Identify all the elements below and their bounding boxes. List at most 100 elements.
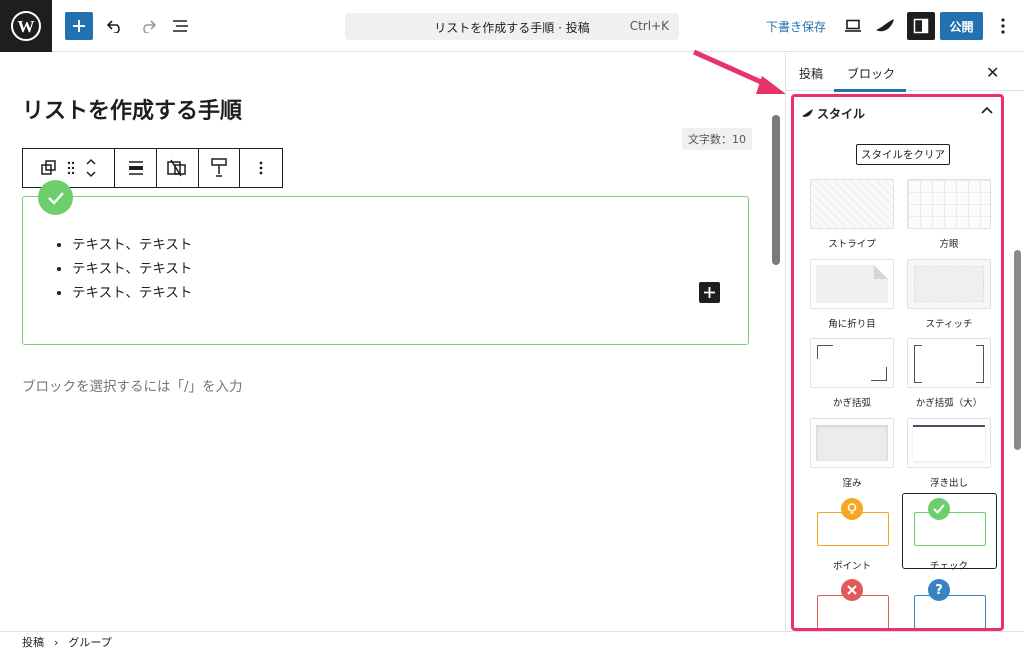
style-folded-corner[interactable]: 角に折り目 <box>810 259 894 330</box>
sidebar-tabs: 投稿 ブロック ✕ <box>786 53 1024 92</box>
stripe-thumbnail <box>810 179 894 229</box>
style-bracket[interactable]: かぎ括弧 <box>810 338 894 409</box>
chevron-right-icon: › <box>54 635 59 649</box>
block-placeholder[interactable]: ブロックを選択するには「/」を入力 <box>22 375 243 395</box>
sidebar-scrollbar[interactable] <box>1014 250 1021 450</box>
visibility-button[interactable] <box>157 149 199 187</box>
plus-icon <box>73 20 85 32</box>
options-button[interactable] <box>995 14 1011 38</box>
raised-thumbnail <box>907 418 991 468</box>
spacing-button[interactable] <box>199 149 241 187</box>
plugin-button[interactable] <box>874 14 896 38</box>
inset-thumbnail <box>810 418 894 468</box>
style-grid[interactable]: 方眼 <box>907 179 991 250</box>
style-label: ポイント <box>832 561 871 572</box>
style-check[interactable]: チェック <box>907 498 991 572</box>
editor-header: W リストを作成する手順 · 投稿 Ctrl+K 下書き保存 公開 <box>0 0 1024 52</box>
settings-sidebar: 投稿 ブロック ✕ スタイル スタイルをクリア ストライプ 方眼 角に折り目 ス… <box>785 53 1024 631</box>
cross-icon <box>841 579 863 601</box>
bracket-thumbnail <box>810 338 894 388</box>
bullet-list[interactable]: テキスト、テキスト テキスト、テキスト テキスト、テキスト <box>50 233 192 305</box>
style-point[interactable]: ポイント <box>810 498 894 572</box>
style-label: ストライプ <box>828 239 876 250</box>
style-label: 方眼 <box>939 239 959 250</box>
drag-handle-icon[interactable] <box>67 161 75 175</box>
document-bar[interactable]: リストを作成する手順 · 投稿 Ctrl+K <box>345 13 679 40</box>
tab-post[interactable]: 投稿 <box>799 65 823 82</box>
question-thumbnail: ? <box>907 579 991 628</box>
preview-button[interactable] <box>843 14 863 38</box>
settings-toggle-button[interactable] <box>907 12 935 40</box>
post-title[interactable]: リストを作成する手順 <box>22 93 242 125</box>
style-label: かぎ括弧 <box>832 398 871 409</box>
style-raised[interactable]: 浮き出し <box>907 418 991 489</box>
stitch-thumbnail <box>907 259 991 309</box>
style-label: 浮き出し <box>929 478 968 489</box>
style-bracket-large[interactable]: かぎ括弧（大） <box>907 338 991 409</box>
grid-thumbnail <box>907 179 991 229</box>
more-vertical-icon <box>1001 18 1005 34</box>
tab-block[interactable]: ブロック <box>847 65 895 82</box>
breadcrumb-group[interactable]: グループ <box>68 634 111 650</box>
desktop-icon <box>845 19 861 32</box>
panel-title: スタイル <box>817 107 866 121</box>
style-label: チェック <box>929 561 968 572</box>
check-badge-icon <box>38 180 73 215</box>
redo-button[interactable] <box>137 14 159 38</box>
style-label: 窪み <box>842 478 862 489</box>
style-inset[interactable]: 窪み <box>810 418 894 489</box>
document-overview-button[interactable] <box>170 14 192 38</box>
paint-roller-icon <box>211 158 227 177</box>
device-hide-icon <box>167 159 187 177</box>
undo-button[interactable] <box>104 14 126 38</box>
inline-add-block-button[interactable] <box>699 282 720 303</box>
styles-panel: スタイル スタイルをクリア ストライプ 方眼 角に折り目 スティッチ かぎ括弧 … <box>791 94 1004 631</box>
clear-style-button[interactable]: スタイルをクリア <box>856 144 950 165</box>
command-shortcut: Ctrl+K <box>629 19 669 33</box>
list-item[interactable]: テキスト、テキスト <box>72 257 192 281</box>
style-label: スティッチ <box>925 319 973 330</box>
publish-button[interactable]: 公開 <box>940 12 983 40</box>
more-vertical-icon <box>259 161 263 175</box>
style-stitch[interactable]: スティッチ <box>907 259 991 330</box>
align-wide-icon <box>128 161 143 175</box>
word-count-badge: 文字数：10 <box>682 128 752 150</box>
close-icon[interactable]: ✕ <box>986 63 999 82</box>
editor-canvas: リストを作成する手順 文字数：10 テキスト、テキスト テキスト、テキスト テキ… <box>0 53 785 631</box>
svg-text:W: W <box>18 17 35 36</box>
folded-corner-thumbnail <box>810 259 894 309</box>
group-icon[interactable] <box>40 160 57 176</box>
breadcrumb: 投稿 › グループ <box>0 631 1024 652</box>
styles-panel-header[interactable]: スタイル <box>802 105 865 122</box>
style-cross[interactable] <box>810 579 894 628</box>
bracket-large-thumbnail <box>907 338 991 388</box>
question-icon: ? <box>928 579 950 601</box>
style-label: 角に折り目 <box>828 319 876 330</box>
leaf-icon <box>802 109 813 117</box>
editor-scrollbar[interactable] <box>772 115 780 265</box>
wordpress-logo-button[interactable]: W <box>0 0 52 52</box>
wordpress-icon: W <box>11 11 41 41</box>
style-question[interactable]: ? <box>907 579 991 628</box>
check-icon <box>928 498 950 520</box>
list-item[interactable]: テキスト、テキスト <box>72 233 192 257</box>
move-up-down-icon[interactable] <box>85 157 97 179</box>
chevron-up-icon[interactable] <box>981 103 993 117</box>
style-label: かぎ括弧（大） <box>915 398 983 409</box>
list-view-icon <box>173 20 188 32</box>
add-block-button[interactable] <box>65 12 93 40</box>
align-button[interactable] <box>115 149 157 187</box>
save-draft-button[interactable]: 下書き保存 <box>766 18 826 35</box>
breadcrumb-post[interactable]: 投稿 <box>22 634 44 650</box>
undo-icon <box>107 20 120 33</box>
leaf-icon <box>876 19 894 32</box>
block-options-button[interactable] <box>240 149 282 187</box>
block-switcher-group <box>23 149 116 187</box>
check-thumbnail <box>907 498 991 551</box>
point-thumbnail <box>810 498 894 551</box>
sidebar-icon <box>913 18 929 34</box>
active-tab-indicator <box>834 89 906 92</box>
list-item[interactable]: テキスト、テキスト <box>72 281 192 305</box>
cross-thumbnail <box>810 579 894 628</box>
style-stripe[interactable]: ストライプ <box>810 179 894 250</box>
